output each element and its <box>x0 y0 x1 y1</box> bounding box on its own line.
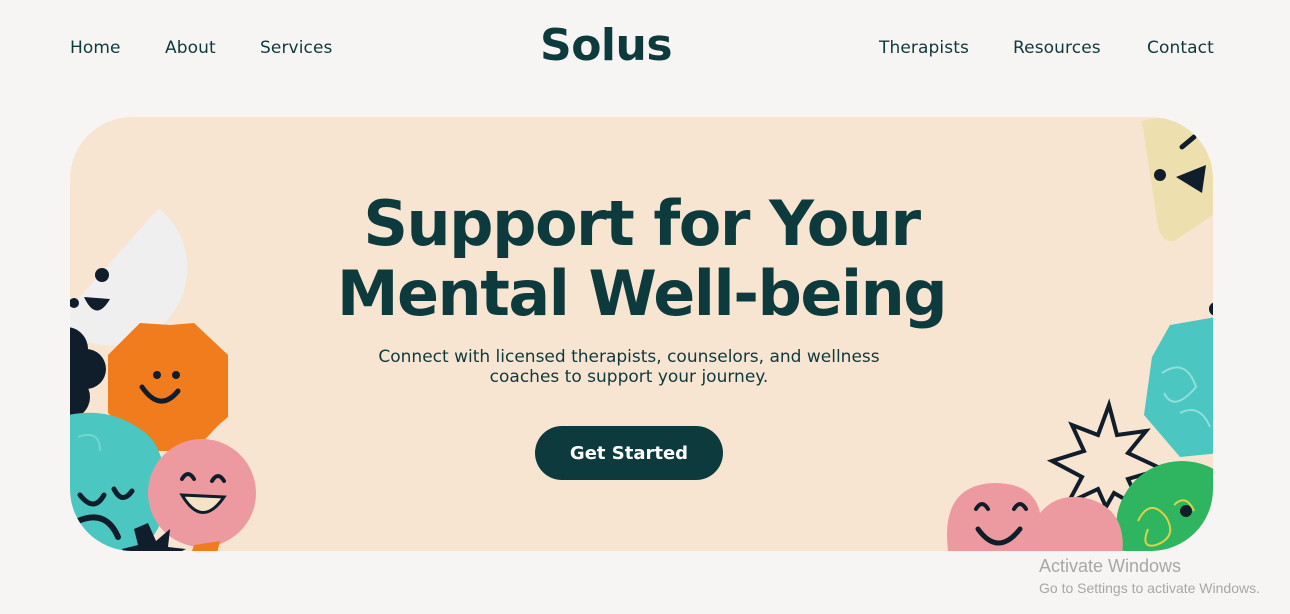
orange-hexagon-face <box>108 323 228 451</box>
activate-windows-hint: Go to Settings to activate Windows. <box>1039 580 1260 596</box>
hero-subtitle: Connect with licensed therapists, counse… <box>341 347 917 387</box>
hero-subtitle-line-1: Connect with licensed therapists, counse… <box>378 347 880 367</box>
outline-star <box>1046 398 1168 514</box>
hero-title-line-2: Mental Well-being <box>336 257 948 330</box>
nav-link-resources[interactable]: Resources <box>1013 38 1101 58</box>
green-circle-face <box>1116 461 1213 551</box>
activate-windows-title: Activate Windows <box>1039 556 1182 576</box>
hero-title: Support for Your Mental Well-being <box>70 189 1213 329</box>
nav-link-services[interactable]: Services <box>260 38 333 58</box>
black-star-flower <box>122 523 186 551</box>
nav-link-contact[interactable]: Contact <box>1147 38 1214 58</box>
nav-link-about[interactable]: About <box>165 38 216 58</box>
get-started-button[interactable]: Get Started <box>535 426 723 480</box>
teal-hexagon <box>1144 317 1213 457</box>
hero-subtitle-line-2: coaches to support your journey. <box>489 367 769 387</box>
brand-logo[interactable]: Solus <box>540 20 673 71</box>
top-navigation: Home About Services Solus Therapists Res… <box>0 0 1290 96</box>
nav-link-home[interactable]: Home <box>70 38 121 58</box>
black-cloud-shape <box>70 327 106 419</box>
pink-circle-face <box>148 439 256 547</box>
teal-blob-face <box>70 412 166 551</box>
pink-heart-face <box>947 483 1123 551</box>
hero-illustrations <box>70 118 1213 551</box>
nav-link-therapists[interactable]: Therapists <box>879 38 969 58</box>
hero-banner: Support for Your Mental Well-being Conne… <box>70 117 1213 551</box>
hero-title-line-1: Support for Your <box>363 187 921 260</box>
